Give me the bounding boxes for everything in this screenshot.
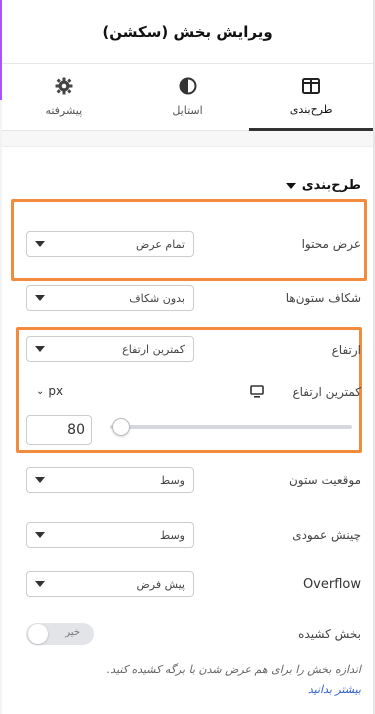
height-value: کمترین ارتفاع bbox=[122, 342, 185, 356]
content-width-value: تمام عرض bbox=[135, 237, 185, 251]
section-toggle-layout[interactable]: طرح‌بندی bbox=[285, 178, 361, 193]
min-height-input[interactable]: 80 bbox=[26, 415, 92, 445]
panel-header: ویرایش بخش (سکشن) bbox=[2, 0, 373, 64]
stretch-label: بخش کشیده bbox=[298, 627, 361, 641]
help-description: اندازه بخش را برای هم عرض شدن با برگه کش… bbox=[106, 663, 361, 676]
overflow-label: Overflow bbox=[302, 577, 361, 592]
toggle-knob bbox=[28, 624, 48, 644]
dropdown-arrow-icon bbox=[35, 581, 45, 587]
unit-value: px bbox=[48, 384, 64, 398]
dropdown-arrow-icon bbox=[35, 532, 45, 538]
layout-columns-icon bbox=[302, 78, 321, 94]
tab-advanced[interactable]: پیشرفته bbox=[2, 64, 126, 130]
tab-bar: طرح‌بندی استایل bbox=[2, 64, 373, 131]
stretch-help-text: اندازه بخش را برای هم عرض شدن با برگه کش… bbox=[26, 660, 361, 700]
height-select[interactable]: کمترین ارتفاع bbox=[26, 336, 194, 362]
tab-layout[interactable]: طرح‌بندی bbox=[249, 64, 373, 131]
overflow-value: پیش فرض bbox=[136, 577, 185, 591]
tab-style-label: استایل bbox=[172, 104, 203, 117]
divider-band bbox=[2, 131, 373, 147]
dropdown-arrow-icon bbox=[35, 477, 45, 483]
tab-layout-label: طرح‌بندی bbox=[289, 103, 333, 116]
column-position-label: موقعیت ستون bbox=[288, 473, 361, 487]
content-width-label: عرض محتوا bbox=[301, 237, 361, 251]
vertical-align-label: چینش عمودی bbox=[292, 528, 361, 542]
chevron-down-icon: ⌄ bbox=[36, 385, 45, 397]
columns-gap-value: بدون شکاف bbox=[129, 291, 185, 305]
columns-gap-label: شکاف ستون‌ها bbox=[285, 291, 361, 305]
gear-icon bbox=[55, 77, 73, 95]
desktop-monitor-icon[interactable] bbox=[250, 385, 264, 398]
learn-more-link[interactable]: بیشتر بدانید bbox=[308, 683, 361, 696]
panel-title: ویرایش بخش (سکشن) bbox=[102, 22, 273, 41]
contrast-icon bbox=[179, 77, 196, 95]
column-position-select[interactable]: وسط bbox=[26, 467, 194, 493]
min-height-slider-thumb[interactable] bbox=[112, 418, 130, 436]
column-position-value: وسط bbox=[160, 473, 185, 487]
toggle-text: خیر bbox=[65, 627, 80, 638]
height-label: ارتفاع bbox=[331, 343, 361, 357]
overflow-select[interactable]: پیش فرض bbox=[26, 571, 194, 597]
vertical-align-select[interactable]: وسط bbox=[26, 522, 194, 548]
caret-down-icon bbox=[285, 182, 296, 189]
tab-advanced-label: پیشرفته bbox=[45, 104, 83, 117]
vertical-align-value: وسط bbox=[160, 528, 185, 542]
min-height-slider-track[interactable] bbox=[110, 425, 352, 429]
dropdown-arrow-icon bbox=[35, 295, 45, 301]
unit-selector[interactable]: ⌄ px bbox=[36, 384, 63, 398]
stretch-toggle[interactable]: خیر bbox=[26, 623, 94, 645]
dropdown-arrow-icon bbox=[35, 241, 45, 247]
content-width-select[interactable]: تمام عرض bbox=[26, 231, 194, 257]
tab-style[interactable]: استایل bbox=[126, 64, 250, 130]
columns-gap-select[interactable]: بدون شکاف bbox=[26, 285, 194, 311]
min-height-label: کمترین ارتفاع bbox=[292, 385, 361, 399]
section-title: طرح‌بندی bbox=[301, 178, 361, 193]
dropdown-arrow-icon bbox=[35, 346, 45, 352]
